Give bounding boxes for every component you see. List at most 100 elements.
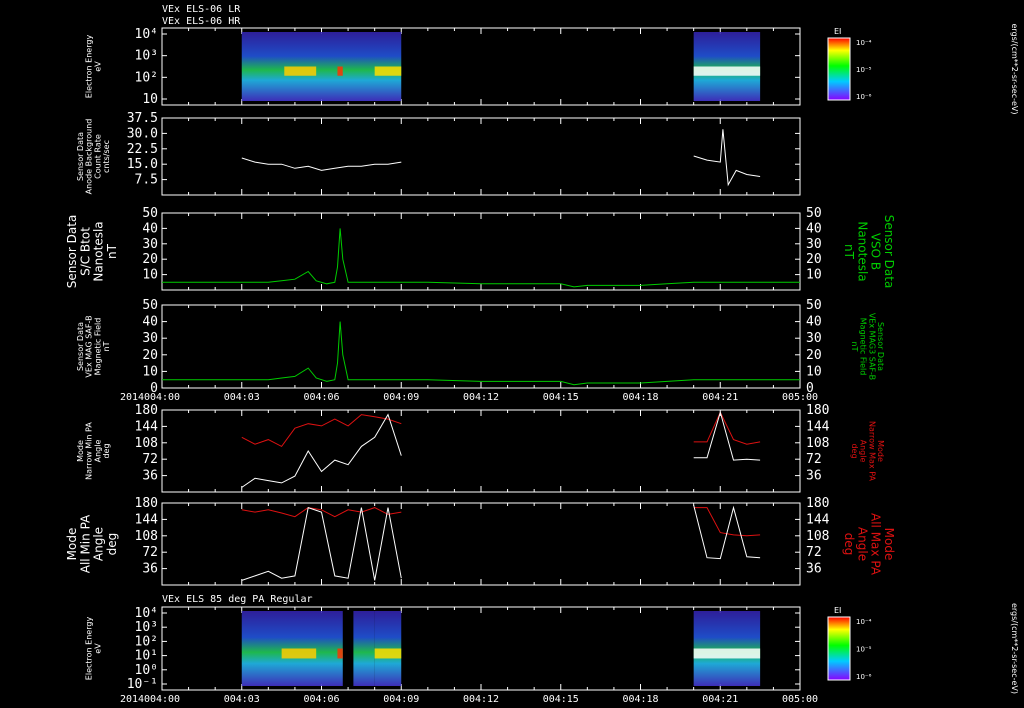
- series-line-p6: [241, 506, 402, 581]
- y-tick-label-p2: 15.0: [127, 157, 158, 172]
- y-axis-label-line: VEx MAG SAF-B: [85, 315, 94, 377]
- y-tick-label-p2: 30.0: [127, 126, 158, 141]
- y-tick-label-p5: 108: [135, 436, 158, 451]
- y-tick-label-right-p5: 144: [806, 419, 830, 434]
- y-axis-label-line: Nanotesla: [92, 221, 106, 281]
- y-axis-label-p3: Sensor DataS/C BtotNanoteslanT: [65, 215, 119, 289]
- y-tick-label-p6: 180: [135, 496, 158, 511]
- colorbar-unit: ergs/(cm**2-sr-sec-eV): [1010, 603, 1019, 694]
- y-axis-label-line: eV: [93, 61, 102, 72]
- right-axis-label-line: Nanotesla: [855, 221, 869, 281]
- y-axis-label-line: Count Rate: [93, 134, 102, 179]
- time-axis-year: 2014: [120, 392, 144, 403]
- y-axis-label-line: Mode: [65, 528, 79, 561]
- colorbar-title: EI: [834, 27, 841, 36]
- y-tick-label-p3: 10: [142, 268, 158, 283]
- time-tick-label: 004:06: [303, 392, 339, 403]
- time-tick-label: 004:09: [383, 694, 419, 705]
- right-axis-label-line: Angle: [859, 440, 868, 463]
- time-tick-label: 004:12: [463, 694, 499, 705]
- y-axis-label-line: nT: [105, 243, 119, 259]
- panel7-title: VEx ELS 85 deg PA Regular: [162, 594, 313, 605]
- time-tick-label: 004:06: [303, 694, 339, 705]
- y-tick-label-p2: 7.5: [135, 173, 158, 188]
- y-tick-label-right-p3: 40: [806, 221, 822, 236]
- y-axis-label-line: Angle: [92, 527, 106, 561]
- time-tick-label: 004:18: [622, 392, 658, 403]
- y-axis-label-line: deg: [102, 443, 111, 458]
- y-tick-label-right-p3: 20: [806, 252, 822, 267]
- y-axis-label-p1: Electron EnergyeV: [85, 35, 103, 99]
- y-axis-label-p7: Electron EnergyeV: [85, 617, 103, 681]
- y-tick-label-right-p6: 144: [806, 512, 830, 527]
- y-tick-label-p3: 30: [142, 237, 158, 252]
- right-axis-label-line: nT: [842, 244, 856, 260]
- y-axis-label-p4: Sensor DataVEx MAG SAF-BMagnetic FieldnT: [76, 315, 111, 377]
- y-tick-label-p1: 10: [142, 92, 158, 107]
- spectrogram-hot-p7: [693, 648, 761, 659]
- panel-frame-p2: [161, 117, 801, 196]
- time-tick-label: 005:00: [782, 694, 818, 705]
- series-line-p6: [693, 505, 761, 560]
- y-tick-label-p2: 22.5: [127, 142, 158, 157]
- right-axis-label-line: All Max PA: [869, 513, 883, 576]
- panel-frame-p3: [161, 212, 801, 291]
- y-tick-label-p5: 72: [142, 452, 158, 467]
- spectrogram-hot-p1: [374, 66, 402, 76]
- y-tick-label-right-p3: 50: [806, 206, 822, 221]
- y-tick-label-p7: 10⁰: [135, 663, 158, 678]
- time-tick-label: 004:21: [702, 392, 738, 403]
- y-tick-label-right-p5: 72: [806, 452, 822, 467]
- y-tick-label-p3: 20: [142, 252, 158, 267]
- y-tick-label-p6: 36: [142, 562, 158, 577]
- y-axis-label-line: All Min PA: [78, 514, 92, 573]
- time-tick-label: 004:00: [144, 694, 180, 705]
- y-tick-label-right-p4: 30: [806, 331, 822, 346]
- right-axis-label-line: VSO B: [869, 233, 883, 270]
- y-tick-label-p1: 10²: [135, 70, 158, 85]
- right-axis-label-line: nT: [850, 342, 859, 352]
- spectrogram-block-p7: [353, 611, 375, 686]
- y-tick-label-right-p6: 108: [806, 529, 829, 544]
- y-tick-label-p4: 20: [142, 348, 158, 363]
- y-tick-label-right-p4: 10: [806, 364, 822, 379]
- spectrogram-hot-p7: [374, 648, 402, 659]
- y-axis-label-p5: ModeNarrow Min PAAngledeg: [76, 422, 111, 480]
- y-axis-label-p6: ModeAll Min PAAngledeg: [65, 514, 119, 573]
- y-axis-label-line: Electron Energy: [85, 617, 94, 681]
- y-tick-label-right-p6: 72: [806, 545, 822, 560]
- colorbar-tick-label: 10⁻⁵: [856, 66, 872, 74]
- y-tick-label-right-p5: 108: [806, 436, 829, 451]
- colorbar-tick-label: 10⁻⁵: [856, 646, 872, 654]
- series-line-p2: [693, 129, 761, 187]
- spectrogram-hot-p7: [337, 648, 343, 659]
- y-tick-label-p7: 10³: [135, 620, 158, 635]
- y-tick-label-p4: 40: [142, 315, 158, 330]
- y-tick-label-p6: 108: [135, 529, 158, 544]
- right-axis-label-line: Magnetic Field: [859, 318, 868, 376]
- y-axis-label-line: Electron Energy: [85, 35, 94, 99]
- series-line-p3: [162, 228, 800, 288]
- right-axis-label-p3: Sensor DataVSO BNanoteslanT: [842, 215, 896, 289]
- right-axis-label-line: Angle: [855, 527, 869, 561]
- y-axis-label-line: deg: [105, 533, 119, 556]
- y-tick-label-right-p4: 40: [806, 315, 822, 330]
- time-tick-label: 004:15: [543, 392, 579, 403]
- right-axis-label-line: Mode: [876, 440, 885, 462]
- y-tick-label-p1: 10⁴: [135, 27, 158, 42]
- time-axis-year: 2014: [120, 694, 144, 705]
- series-line-p4: [162, 321, 800, 386]
- colorbar-tick-label: 10⁻⁴: [856, 618, 872, 626]
- y-tick-label-right-p6: 180: [806, 496, 829, 511]
- y-tick-label-right-p6: 36: [806, 562, 822, 577]
- y-tick-label-p4: 30: [142, 331, 158, 346]
- series-line-p5: [693, 411, 761, 445]
- y-axis-label-line: Narrow Min PA: [85, 422, 94, 480]
- colorbar-title: EI: [834, 606, 841, 615]
- y-tick-label-p7: 10⁴: [135, 606, 158, 621]
- colorbar-tick-label: 10⁻⁶: [856, 673, 872, 681]
- right-axis-label-line: Mode: [882, 528, 896, 561]
- y-tick-label-right-p4: 20: [806, 348, 822, 363]
- right-axis-label-line: VEx MAG3 SAF-B: [867, 313, 876, 380]
- y-axis-label-line: Magnetic Field: [93, 318, 102, 376]
